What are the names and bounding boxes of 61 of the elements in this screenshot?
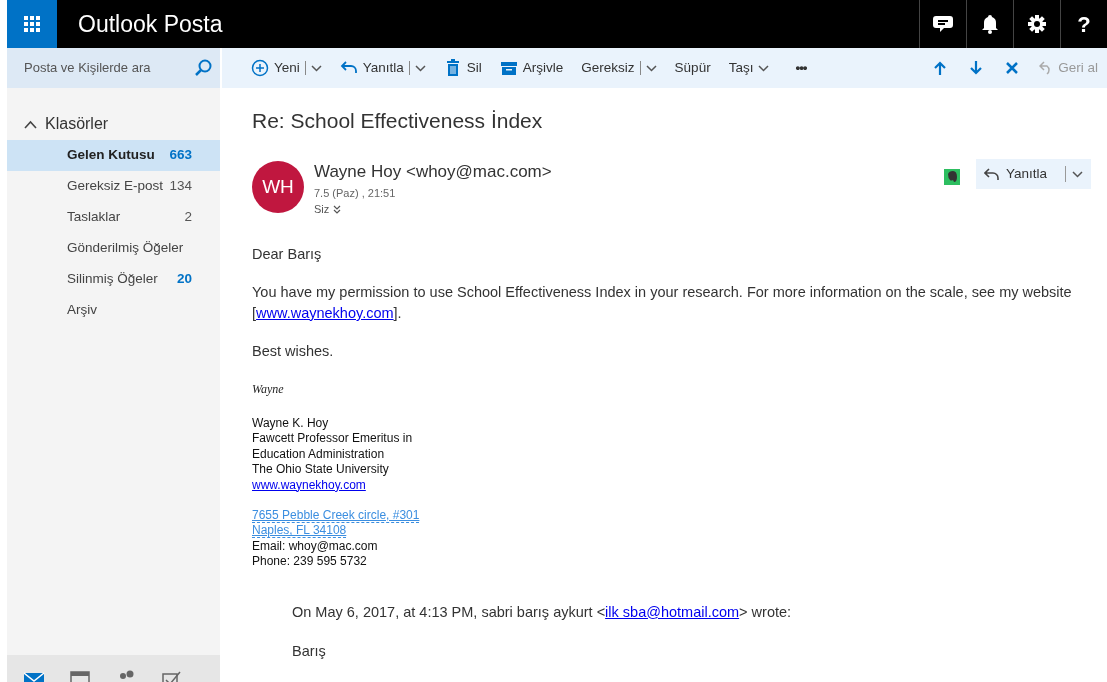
folders-header[interactable]: Klasörler [7,88,220,140]
folder-item[interactable]: Arşiv [7,295,220,326]
split-button[interactable]: Gereksiz [572,53,666,83]
folder-item[interactable]: Gelen Kutusu 663 [7,140,220,171]
signature-line: Phone: 239 595 5732 [252,554,367,569]
sender-name: Wayne Hoy <whoy@mac.com> [314,161,553,184]
item-count: 663 [169,146,192,165]
caret-icon [310,63,322,73]
signature-line: Email: whoy@mac.com [252,538,378,553]
grid-icon [24,16,40,32]
reply-button[interactable]: Yanıtla [975,159,1091,190]
item-count: 2 [184,208,192,227]
split-button[interactable]: Yanıtla [330,53,435,83]
message-paragraph: Best wishes. [252,342,335,362]
signature-line: Fawcett Professor Emeritus in [252,431,413,446]
item-count: 134 [169,177,192,196]
quote-header: On May 6, 2017, at 4:13 PM, sabri barış aykurt <ilk sba@hotmail.com> wrote: [292,602,793,622]
toolbar-button[interactable]: Arşivle [490,53,573,83]
app-launcher-button[interactable] [7,0,57,48]
more-button[interactable]: ••• [786,53,816,83]
archive-icon [499,59,518,77]
close-icon [1004,60,1021,76]
toolbar-button[interactable]: Süpür [665,53,720,83]
avatar: WH [252,161,304,214]
toolbar-button[interactable]: Sil [434,53,491,83]
settings-icon [1027,14,1047,34]
link[interactable]: ilk sba@hotmail.com [605,603,740,620]
item-count: 20 [176,270,192,289]
caret-icon [645,63,657,73]
plus-icon [251,59,269,77]
elephant-icon[interactable] [943,169,960,186]
folder-item[interactable]: Gereksiz E-post 134 [7,171,220,202]
search-icon [194,59,212,77]
address-link[interactable]: 7655 Pebble Creek circle, #301 [252,508,420,524]
message-date: 7.5 (Paz) , 21:51 [314,185,397,201]
bell-icon [980,14,1000,34]
message-subject: Re: School Effectiveness İndex [252,108,544,134]
recipient-toggle[interactable]: Siz [314,201,342,218]
dropdown-button[interactable]: Taşı [719,53,779,83]
app-title: Outlook Posta [77,9,224,39]
chat-icon [933,14,953,34]
caret-icon [414,63,426,73]
folder-item[interactable]: Silinmiş Öğeler 20 [7,264,220,295]
search-field[interactable]: Posta ve Kişilerde ara [7,48,220,88]
link[interactable]: www.waynekhoy.com [252,477,366,492]
signature-line: Wayne K. Hoy [252,416,329,430]
link[interactable]: www.waynekhoy.com [256,304,394,321]
address-link[interactable]: Naples, FL 34108 [252,523,347,539]
caret-icon [1072,169,1083,180]
folder-item[interactable]: Taslaklar 2 [7,202,220,233]
split-button[interactable]: Yeni [242,53,331,83]
down-arrow-icon [968,60,985,76]
folder-item[interactable]: Gönderilmiş Öğeler [7,233,220,264]
signature-name: Wayne [252,381,285,398]
quote-greeting: Barış [292,642,327,662]
message-paragraph: You have my permission to use School Effectiveness Index in your research. For more information on the scale, see my website [www.waynekhoy.com]. [252,283,1073,323]
reply-icon [983,167,1000,182]
message-paragraph: Dear Barış [252,244,323,264]
signature-line: The Ohio State University [252,462,389,477]
double-chevron-icon [333,204,342,214]
signature-line: Education Administration [252,446,385,461]
